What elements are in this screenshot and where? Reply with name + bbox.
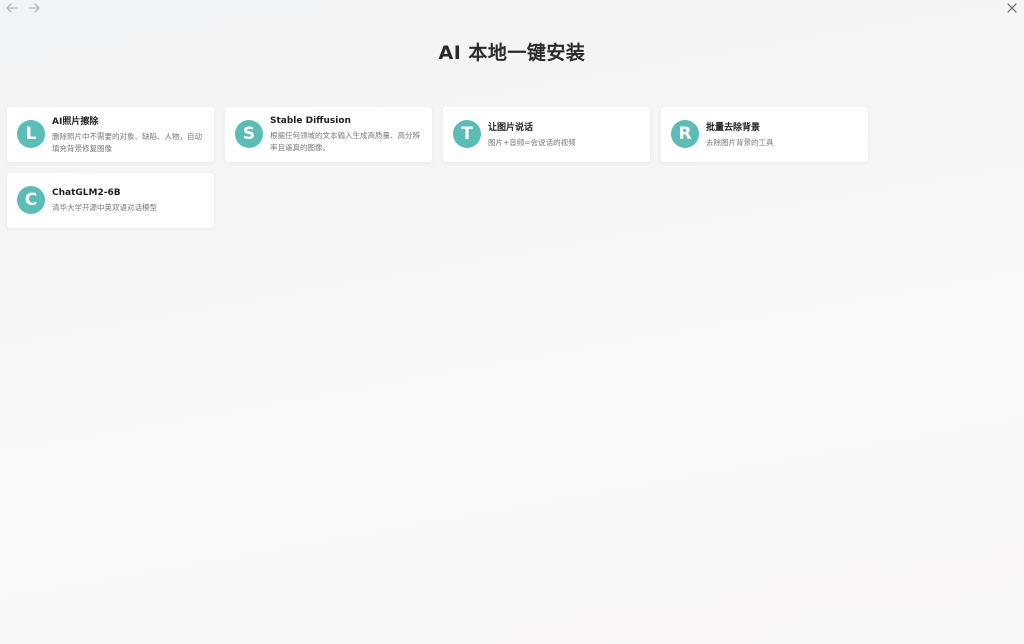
app-card-title: ChatGLM2-6B — [52, 187, 121, 198]
app-card-description: 清华大学开源中英双语对话模型 — [52, 202, 157, 212]
app-card-description: 去除图片背景的工具 — [706, 138, 774, 147]
app-card-title: 让图片说话 — [488, 123, 534, 133]
close-button[interactable] — [1004, 0, 1020, 16]
forward-button[interactable] — [26, 0, 42, 16]
app-card-batch-remove-background[interactable]: R 批量去除背景 去除图片背景的工具 — [661, 107, 868, 162]
app-card-ai-photo-erase[interactable]: L AI照片擦除 删除照片中不需要的对象、缺陷、人物，自动填充背景修复图像 — [7, 107, 214, 162]
app-card-title: AI照片擦除 — [52, 117, 99, 127]
app-avatar: R — [671, 120, 699, 148]
app-card-title: 批量去除背景 — [706, 123, 761, 133]
app-avatar: T — [453, 120, 481, 148]
page-title: AI 本地一键安装 — [438, 42, 586, 64]
app-card-description: 图片+音频=会说话的视频 — [488, 138, 576, 147]
app-card-description: 根据任何领域的文本输入生成高质量、高分辨率且逼真的图像。 — [270, 130, 420, 152]
close-icon — [1007, 3, 1017, 13]
app-card-chatglm[interactable]: C ChatGLM2-6B 清华大学开源中英双语对话模型 — [7, 173, 214, 228]
app-avatar: S — [235, 120, 263, 148]
app-card-stable-diffusion[interactable]: S Stable Diffusion 根据任何领域的文本输入生成高质量、高分辨率… — [225, 107, 432, 162]
arrow-left-icon — [6, 3, 18, 13]
app-card-description: 删除照片中不需要的对象、缺陷、人物，自动填充背景修复图像 — [52, 132, 202, 153]
app-avatar: C — [17, 186, 45, 214]
app-card-talking-image[interactable]: T 让图片说话 图片+音频=会说话的视频 — [443, 107, 650, 162]
arrow-right-icon — [28, 3, 40, 13]
back-button[interactable] — [4, 0, 20, 16]
app-card-title: Stable Diffusion — [270, 115, 351, 126]
app-avatar: L — [17, 120, 45, 148]
